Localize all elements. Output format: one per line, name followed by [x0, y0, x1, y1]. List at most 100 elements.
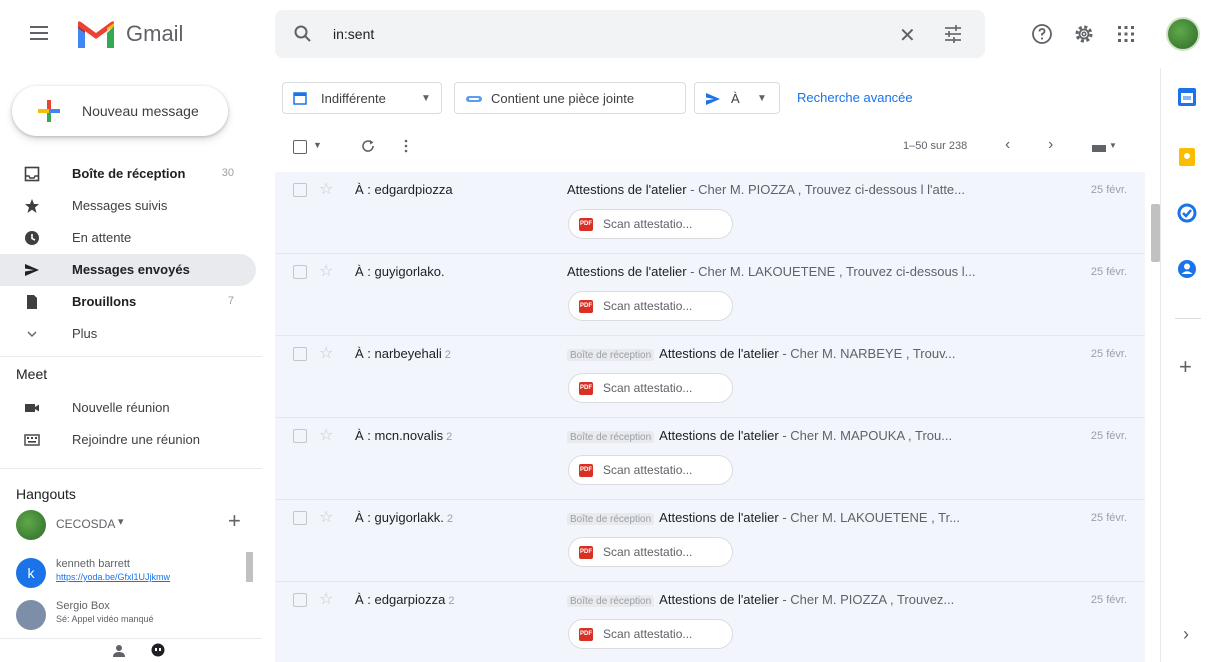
refresh-icon[interactable] [360, 138, 376, 154]
chevron-down-icon[interactable]: ▼ [313, 140, 322, 150]
gmail-logo-icon[interactable] [76, 20, 116, 50]
add-addon-icon[interactable]: + [1179, 354, 1192, 380]
email-row[interactable]: ☆ À : guyigorlako. Attestions de l'atelier… [275, 254, 1145, 336]
attachment-chip[interactable]: PDF Scan attestatio... [568, 291, 733, 321]
row-checkbox[interactable] [293, 265, 307, 279]
meet-join-meeting[interactable]: Rejoindre une réunion [0, 424, 256, 456]
label-badge[interactable]: Boîte de réception [567, 595, 655, 607]
more-vertical-icon[interactable] [403, 138, 409, 154]
attachment-chip[interactable]: PDF Scan attestatio... [568, 619, 733, 649]
chevron-left-icon[interactable]: ‹ [1005, 136, 1010, 154]
add-contact-icon[interactable]: + [228, 508, 241, 534]
calendar-app-icon[interactable] [1176, 86, 1198, 108]
chevron-right-icon[interactable]: › [1048, 136, 1053, 154]
nav-label: Nouvelle réunion [72, 400, 170, 415]
nav-label: En attente [72, 230, 132, 245]
search-input[interactable] [333, 22, 833, 46]
email-subject: Attestions de l'atelier [567, 264, 687, 279]
hangouts-scrollbar[interactable] [246, 552, 253, 582]
chevron-down-icon[interactable]: ▼ [1109, 141, 1117, 150]
attachment-chip[interactable]: PDF Scan attestatio... [568, 209, 733, 239]
nav-item-drafts[interactable]: Brouillons 7 [0, 286, 256, 318]
row-checkbox[interactable] [293, 347, 307, 361]
email-date: 25 févr. [1090, 512, 1127, 524]
nav-item-sent[interactable]: Messages envoyés [0, 254, 256, 286]
recipient: À : guyigorlako. [355, 264, 448, 279]
label-badge[interactable]: Boîte de réception [567, 513, 655, 525]
main-menu-icon[interactable] [30, 26, 48, 40]
row-checkbox[interactable] [293, 593, 307, 607]
attachment-filter-chip[interactable]: Contient une pièce jointe [454, 82, 686, 114]
advanced-search-link[interactable]: Recherche avancée [797, 90, 913, 105]
hangouts-contact[interactable]: k kenneth barrett https://yoda.be/Gfxl1U… [16, 554, 256, 590]
subject-line: Boîte de réception Attestions de l'atelie… [567, 346, 1037, 361]
email-row[interactable]: ☆ À : mcn.novalis 2 Boîte de réception Attes… [275, 418, 1145, 500]
thread-count: 2 [444, 349, 451, 361]
account-avatar[interactable] [1166, 17, 1200, 51]
email-row[interactable]: ☆ À : edgardpiozza Attestions de l'atelier… [275, 172, 1145, 254]
nav-item-inbox[interactable]: Boîte de réception 30 [0, 158, 256, 190]
hangouts-user[interactable]: CECOSDA ▾ + [16, 506, 256, 542]
search-icon[interactable] [293, 24, 313, 44]
email-date: 25 févr. [1090, 430, 1127, 442]
contact-last-message: Sé: Appel vidéo manqué [56, 614, 154, 624]
tasks-app-icon[interactable] [1176, 202, 1198, 224]
nav-item-starred[interactable]: Messages suivis [0, 190, 256, 222]
thread-count: 2 [446, 431, 453, 443]
recipient: À : mcn.novalis 2 [355, 428, 452, 443]
search-bar[interactable]: ✕ [275, 10, 985, 58]
nav-label: Rejoindre une réunion [72, 432, 200, 447]
hangouts-chat-icon[interactable] [150, 643, 166, 659]
recipient: À : guyigorlakk. 2 [355, 510, 453, 525]
hangouts-contact[interactable]: Sergio Box Sé: Appel vidéo manqué [16, 596, 256, 632]
email-snippet: - Cher M. MAPOUKA , Trou... [778, 428, 953, 443]
row-checkbox[interactable] [293, 183, 307, 197]
star-icon[interactable]: ☆ [319, 343, 333, 363]
nav-item-more[interactable]: Plus [0, 318, 256, 350]
meet-new-meeting[interactable]: Nouvelle réunion [0, 392, 256, 424]
star-icon[interactable]: ☆ [319, 507, 333, 527]
email-row[interactable]: ☆ À : guyigorlakk. 2 Boîte de réception Atte… [275, 500, 1145, 582]
compose-plus-icon [38, 100, 60, 122]
search-options-icon[interactable] [943, 24, 963, 44]
email-row[interactable]: ☆ À : narbeyehali 2 Boîte de réception Attes… [275, 336, 1145, 418]
contacts-app-icon[interactable] [1176, 258, 1198, 280]
row-checkbox[interactable] [293, 511, 307, 525]
star-icon[interactable]: ☆ [319, 589, 333, 609]
star-icon[interactable]: ☆ [319, 179, 333, 199]
star-icon[interactable]: ☆ [319, 425, 333, 445]
nav-item-snoozed[interactable]: En attente [0, 222, 256, 254]
clear-search-icon[interactable]: ✕ [899, 23, 916, 48]
row-checkbox[interactable] [293, 429, 307, 443]
email-list-scrollbar[interactable] [1151, 204, 1160, 262]
keep-app-icon[interactable] [1176, 146, 1198, 168]
contact-name: kenneth barrett [56, 558, 130, 570]
label-badge[interactable]: Boîte de réception [567, 349, 655, 361]
compose-button[interactable]: Nouveau message [12, 86, 228, 136]
input-tools-icon[interactable] [1092, 145, 1106, 152]
help-icon[interactable] [1030, 22, 1054, 46]
send-icon [706, 93, 720, 105]
attachment-chip[interactable]: PDF Scan attestatio... [568, 455, 733, 485]
select-all-checkbox[interactable] [293, 140, 307, 154]
paperclip-icon [466, 96, 482, 102]
person-icon[interactable] [112, 644, 126, 658]
attachment-name: Scan attestatio... [603, 217, 693, 231]
apps-grid-icon[interactable] [1114, 22, 1138, 46]
attachment-chip[interactable]: PDF Scan attestatio... [568, 373, 733, 403]
label-badge[interactable]: Boîte de réception [567, 431, 655, 443]
date-filter-chip[interactable]: Indifférente ▼ [282, 82, 442, 114]
to-filter-chip[interactable]: À ▼ [694, 82, 780, 114]
email-row[interactable]: ☆ À : edgarpiozza 2 Boîte de réception Attes… [275, 582, 1145, 662]
hangouts-section-title: Hangouts [16, 486, 76, 502]
settings-gear-icon[interactable] [1072, 22, 1096, 46]
star-icon[interactable]: ☆ [319, 261, 333, 281]
side-panel: + › [1160, 68, 1214, 662]
chevron-down-icon[interactable]: ▾ [118, 515, 124, 528]
attachment-chip[interactable]: PDF Scan attestatio... [568, 537, 733, 567]
chevron-down-icon [27, 331, 37, 337]
email-snippet: - Cher M. NARBEYE , Trouv... [778, 346, 956, 361]
chevron-right-icon[interactable]: › [1183, 624, 1189, 645]
recipient-name: À : guyigorlako. [355, 264, 445, 279]
attachment-filter-label: Contient une pièce jointe [491, 91, 635, 106]
